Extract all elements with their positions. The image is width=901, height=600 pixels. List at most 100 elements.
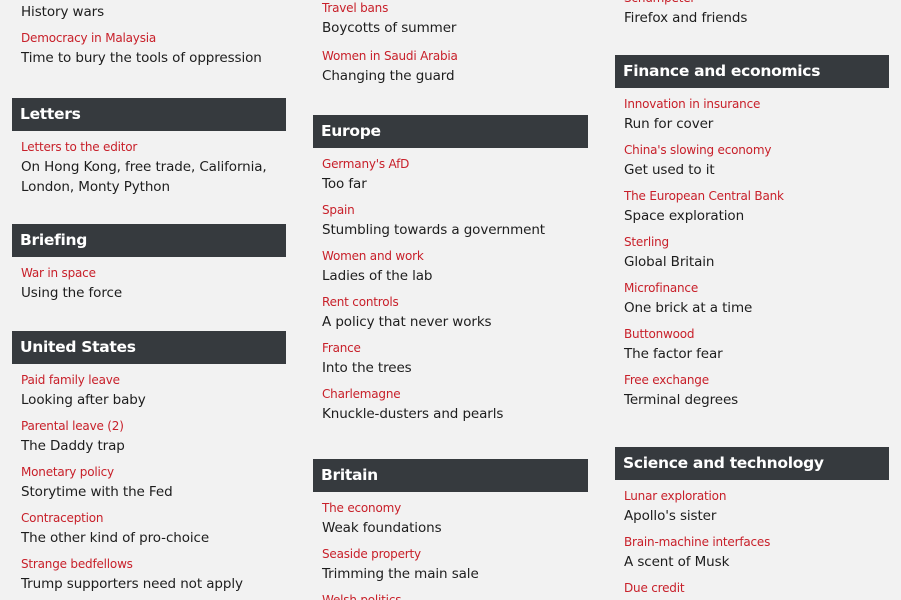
article-innovation-insurance[interactable]: Innovation in insurance Run for cover	[615, 96, 889, 134]
article-headline[interactable]: Space exploration	[624, 206, 889, 226]
article-headline[interactable]: The Daddy trap	[21, 436, 286, 456]
article-travel-bans[interactable]: Travel bans Boycotts of summer	[322, 0, 588, 38]
article-kicker[interactable]: Monetary policy	[21, 464, 286, 480]
article-headline[interactable]: Time to bury the tools of oppression	[21, 48, 286, 68]
article-headline[interactable]: Changing the guard	[322, 66, 588, 86]
article-kicker[interactable]: Women and work	[322, 248, 588, 264]
article-headline[interactable]: Run for cover	[624, 114, 889, 134]
article-headline[interactable]: Firefox and friends	[624, 8, 889, 28]
article-paid-family-leave[interactable]: Paid family leave Looking after baby	[12, 372, 286, 410]
article-kicker[interactable]: Free exchange	[624, 372, 889, 388]
article-schumpeter[interactable]: Schumpeter Firefox and friends	[624, 0, 889, 28]
article-headline[interactable]: Ladies of the lab	[322, 266, 588, 286]
article-kicker[interactable]: China's slowing economy	[624, 142, 889, 158]
article-headline[interactable]: History wars	[21, 2, 286, 22]
article-headline[interactable]: Too far	[322, 174, 588, 194]
article-lunar-exploration[interactable]: Lunar exploration Apollo's sister	[615, 488, 889, 526]
article-kicker[interactable]: Due credit	[624, 580, 889, 596]
article-kicker[interactable]: Brain-machine interfaces	[624, 534, 889, 550]
article-headline[interactable]: Global Britain	[624, 252, 889, 272]
article-france[interactable]: France Into the trees	[313, 340, 588, 378]
section-europe: Europe Germany's AfD Too far Spain Stumb…	[313, 115, 588, 424]
section-header-britain[interactable]: Britain	[313, 459, 588, 492]
article-kicker[interactable]: The economy	[322, 500, 588, 516]
article-sterling[interactable]: Sterling Global Britain	[615, 234, 889, 272]
article-headline[interactable]: Into the trees	[322, 358, 588, 378]
article-kicker[interactable]: Letters to the editor	[21, 139, 286, 155]
article-kicker[interactable]: Spain	[322, 202, 588, 218]
article-kicker[interactable]: Lunar exploration	[624, 488, 889, 504]
section-briefing: Briefing War in space Using the force	[12, 224, 286, 303]
article-headline[interactable]: A policy that never works	[322, 312, 588, 332]
article-headline[interactable]: Terminal degrees	[624, 390, 889, 410]
article-buttonwood[interactable]: Buttonwood The factor fear	[615, 326, 889, 364]
article-headline[interactable]: Apollo's sister	[624, 506, 889, 526]
article-headline[interactable]: Using the force	[21, 283, 286, 303]
article-kicker[interactable]: Strange bedfellows	[21, 556, 286, 572]
article-kicker[interactable]: Welsh politics	[322, 592, 588, 600]
article-kicker[interactable]: Charlemagne	[322, 386, 588, 402]
article-kicker[interactable]: Schumpeter	[624, 0, 889, 6]
article-history-wars[interactable]: History wars	[21, 2, 286, 22]
section-letters: Letters Letters to the editor On Hong Ko…	[12, 98, 286, 197]
article-germany-afd[interactable]: Germany's AfD Too far	[313, 156, 588, 194]
article-headline[interactable]: Storytime with the Fed	[21, 482, 286, 502]
article-kicker[interactable]: War in space	[21, 265, 286, 281]
article-kicker[interactable]: Democracy in Malaysia	[21, 30, 286, 46]
article-headline[interactable]: Trump supporters need not apply	[21, 574, 286, 594]
article-seaside-property[interactable]: Seaside property Trimming the main sale	[313, 546, 588, 584]
article-due-credit[interactable]: Due credit	[615, 580, 889, 596]
article-kicker[interactable]: Sterling	[624, 234, 889, 250]
article-kicker[interactable]: Paid family leave	[21, 372, 286, 388]
article-kicker[interactable]: Rent controls	[322, 294, 588, 310]
section-header-briefing[interactable]: Briefing	[12, 224, 286, 257]
article-kicker[interactable]: Buttonwood	[624, 326, 889, 342]
section-header-letters[interactable]: Letters	[12, 98, 286, 131]
article-brain-machine-interfaces[interactable]: Brain-machine interfaces A scent of Musk	[615, 534, 889, 572]
article-kicker[interactable]: Seaside property	[322, 546, 588, 562]
article-headline[interactable]: One brick at a time	[624, 298, 889, 318]
article-women-and-work[interactable]: Women and work Ladies of the lab	[313, 248, 588, 286]
article-headline[interactable]: On Hong Kong, free trade, California, Lo…	[21, 157, 286, 197]
article-european-central-bank[interactable]: The European Central Bank Space explorat…	[615, 188, 889, 226]
article-free-exchange[interactable]: Free exchange Terminal degrees	[615, 372, 889, 410]
article-headline[interactable]: The factor fear	[624, 344, 889, 364]
article-headline[interactable]: Looking after baby	[21, 390, 286, 410]
article-headline[interactable]: A scent of Musk	[624, 552, 889, 572]
article-contraception[interactable]: Contraception The other kind of pro-choi…	[12, 510, 286, 548]
section-header-united-states[interactable]: United States	[12, 331, 286, 364]
article-kicker[interactable]: Parental leave (2)	[21, 418, 286, 434]
section-header-finance-economics[interactable]: Finance and economics	[615, 55, 889, 88]
article-the-economy[interactable]: The economy Weak foundations	[313, 500, 588, 538]
article-china-slowing-economy[interactable]: China's slowing economy Get used to it	[615, 142, 889, 180]
article-kicker[interactable]: Microfinance	[624, 280, 889, 296]
article-headline[interactable]: Get used to it	[624, 160, 889, 180]
article-charlemagne[interactable]: Charlemagne Knuckle-dusters and pearls	[313, 386, 588, 424]
article-kicker[interactable]: Germany's AfD	[322, 156, 588, 172]
article-headline[interactable]: Trimming the main sale	[322, 564, 588, 584]
article-strange-bedfellows[interactable]: Strange bedfellows Trump supporters need…	[12, 556, 286, 594]
article-headline[interactable]: Knuckle-dusters and pearls	[322, 404, 588, 424]
article-kicker[interactable]: The European Central Bank	[624, 188, 889, 204]
article-monetary-policy[interactable]: Monetary policy Storytime with the Fed	[12, 464, 286, 502]
article-women-saudi-arabia[interactable]: Women in Saudi Arabia Changing the guard	[322, 48, 588, 86]
article-kicker[interactable]: Travel bans	[322, 0, 588, 16]
article-kicker[interactable]: Women in Saudi Arabia	[322, 48, 588, 64]
article-letters-editor[interactable]: Letters to the editor On Hong Kong, free…	[12, 139, 286, 197]
article-rent-controls[interactable]: Rent controls A policy that never works	[313, 294, 588, 332]
article-democracy-malaysia[interactable]: Democracy in Malaysia Time to bury the t…	[21, 30, 286, 68]
article-headline[interactable]: Boycotts of summer	[322, 18, 588, 38]
section-header-europe[interactable]: Europe	[313, 115, 588, 148]
article-kicker[interactable]: Contraception	[21, 510, 286, 526]
section-header-science-technology[interactable]: Science and technology	[615, 447, 889, 480]
article-spain[interactable]: Spain Stumbling towards a government	[313, 202, 588, 240]
article-kicker[interactable]: France	[322, 340, 588, 356]
article-headline[interactable]: Weak foundations	[322, 518, 588, 538]
article-kicker[interactable]: Innovation in insurance	[624, 96, 889, 112]
article-headline[interactable]: Stumbling towards a government	[322, 220, 588, 240]
article-headline[interactable]: The other kind of pro-choice	[21, 528, 286, 548]
article-parental-leave[interactable]: Parental leave (2) The Daddy trap	[12, 418, 286, 456]
article-microfinance[interactable]: Microfinance One brick at a time	[615, 280, 889, 318]
article-welsh-politics[interactable]: Welsh politics	[313, 592, 588, 600]
article-war-in-space[interactable]: War in space Using the force	[12, 265, 286, 303]
